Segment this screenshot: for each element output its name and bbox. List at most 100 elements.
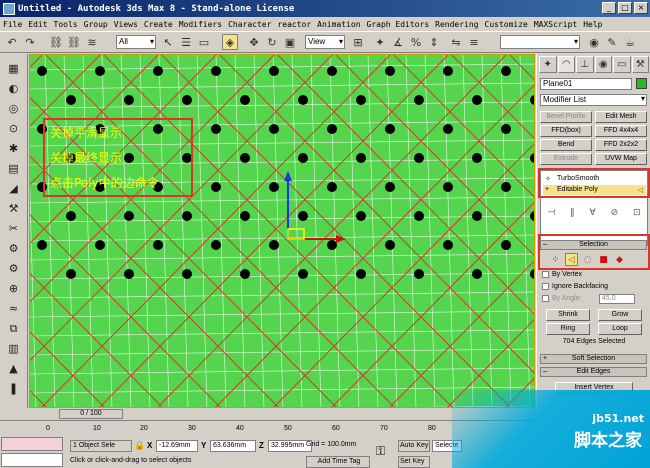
percent-snap-icon[interactable]: % — [408, 34, 424, 50]
menu-group[interactable]: Group — [84, 20, 108, 29]
redo-icon[interactable]: ↷ — [22, 34, 38, 50]
mirror-icon[interactable]: ⇋ — [448, 34, 464, 50]
y-coordinate-field[interactable]: 63.636mm — [210, 440, 256, 452]
utilities-tab-icon[interactable]: ⚒ — [631, 56, 649, 73]
minimize-button[interactable]: _ — [602, 2, 616, 14]
lock-selection-icon[interactable]: 🔒 — [134, 440, 145, 451]
unlink-icon[interactable]: ⛓ — [66, 34, 82, 50]
make-unique-icon[interactable]: ∀ — [590, 208, 596, 222]
tool-3-icon[interactable]: ◎ — [5, 100, 22, 117]
select-by-name-icon[interactable]: ☰ — [178, 34, 194, 50]
app-icon[interactable] — [3, 2, 15, 15]
set-key-button[interactable]: Set Key — [398, 456, 430, 468]
auto-key-button[interactable]: Auto Key — [398, 440, 430, 452]
modifier-button-extrude[interactable]: Extrude — [540, 153, 592, 165]
shrink-button[interactable]: Shrink — [546, 309, 590, 321]
tool-9-icon[interactable]: ✂ — [5, 220, 22, 237]
menu-edit[interactable]: Edit — [28, 20, 47, 29]
tool-4-icon[interactable]: ⊙ — [5, 120, 22, 137]
angle-spinner[interactable]: 45.0 — [599, 294, 635, 304]
configure-sets-icon[interactable]: ⊡ — [633, 208, 641, 222]
align-icon[interactable]: ≡ — [466, 34, 482, 50]
grow-button[interactable]: Grow — [598, 309, 642, 321]
pin-stack-icon[interactable]: ⊣ — [547, 208, 555, 222]
tool-13-icon[interactable]: ≈ — [5, 300, 22, 317]
menu-views[interactable]: Views — [114, 20, 138, 29]
menu-reactor[interactable]: reactor — [277, 20, 311, 29]
by-vertex-checkbox[interactable]: By Vertex — [542, 271, 582, 278]
by-angle-checkbox[interactable]: By Angle: — [542, 295, 582, 302]
show-end-result-icon[interactable]: ‖ — [570, 208, 575, 222]
menu-tools[interactable]: Tools — [54, 20, 78, 29]
tool-5-icon[interactable]: ✱ — [5, 140, 22, 157]
material-editor-icon[interactable]: ◉ — [586, 34, 602, 50]
spinner-snap-icon[interactable]: ⇕ — [426, 34, 442, 50]
ignore-backfacing-checkbox[interactable]: Ignore Backfacing — [542, 283, 608, 290]
modifier-button-ffd-2x2x2[interactable]: FFD 2x2x2 — [595, 139, 647, 151]
modifier-button-edit-mesh[interactable]: Edit Mesh — [595, 111, 647, 123]
select-and-scale-icon[interactable]: ▣ — [282, 34, 298, 50]
frame-indicator[interactable]: 0 / 100 — [59, 409, 123, 419]
create-tab-icon[interactable]: ✦ — [539, 56, 557, 73]
object-color-swatch[interactable] — [636, 78, 647, 89]
edit-edges-rollout-header[interactable]: – Edit Edges — [540, 367, 647, 377]
quick-render-icon[interactable]: ☕ — [622, 34, 638, 50]
remove-modifier-icon[interactable]: ⊘ — [611, 208, 619, 222]
display-tab-icon[interactable]: ▭ — [613, 56, 631, 73]
render-scene-icon[interactable]: ✎ — [604, 34, 620, 50]
window-crossing-icon[interactable]: ◈ — [222, 34, 238, 50]
motion-tab-icon[interactable]: ◉ — [594, 56, 612, 73]
modifier-button-uvw-map[interactable]: UVW Map — [595, 153, 647, 165]
menu-graph-editors[interactable]: Graph Editors — [367, 20, 430, 29]
modifier-list-dropdown[interactable]: Modifier List — [540, 94, 647, 106]
close-button[interactable]: × — [634, 2, 648, 14]
select-and-move-icon[interactable]: ✥ — [246, 34, 262, 50]
menu-customize[interactable]: Customize — [485, 20, 528, 29]
set-key-icon[interactable]: ⚿ — [376, 444, 385, 459]
named-selection-select[interactable] — [500, 35, 580, 49]
tool-10-icon[interactable]: ⚙ — [5, 240, 22, 257]
menu-create[interactable]: Create — [144, 20, 173, 29]
tool-8-icon[interactable]: ⚒ — [5, 200, 22, 217]
maximize-button[interactable]: □ — [618, 2, 632, 14]
reference-coordinate-select[interactable]: View — [305, 35, 345, 49]
modifier-button-ffd-4x4x4[interactable]: FFD 4x4x4 — [595, 125, 647, 137]
select-object-icon[interactable]: ↖ — [160, 34, 176, 50]
tool-2-icon[interactable]: ◐ — [5, 80, 22, 97]
maxscript-listener-pink[interactable] — [1, 437, 63, 451]
modifier-button-bend[interactable]: Bend — [540, 139, 592, 151]
modifier-button-ffd-box[interactable]: FFD(box) — [540, 125, 592, 137]
modifier-button-bevel-profile[interactable]: Bevel Profile — [540, 111, 592, 123]
tool-16-icon[interactable]: ▲ — [5, 360, 22, 377]
tool-6-icon[interactable]: ▤ — [5, 160, 22, 177]
tool-7-icon[interactable]: ◢ — [5, 180, 22, 197]
modify-tab-icon[interactable]: ◠ — [557, 56, 575, 73]
ring-button[interactable]: Ring — [546, 323, 590, 335]
tool-17-icon[interactable]: ❚ — [5, 380, 22, 397]
tool-12-icon[interactable]: ⊕ — [5, 280, 22, 297]
maxscript-listener-white[interactable] — [1, 453, 63, 467]
angle-snap-icon[interactable]: ∡ — [390, 34, 406, 50]
bind-space-warp-icon[interactable]: ≋ — [84, 34, 100, 50]
menu-rendering[interactable]: Rendering — [435, 20, 478, 29]
menu-character[interactable]: Character — [228, 20, 271, 29]
undo-icon[interactable]: ↶ — [4, 34, 20, 50]
menu-help[interactable]: Help — [583, 20, 602, 29]
pivot-center-icon[interactable]: ⊞ — [350, 34, 366, 50]
object-name-field[interactable]: Plane01 — [540, 78, 632, 90]
tool-14-icon[interactable]: ⧉ — [5, 320, 22, 337]
region-select-icon[interactable]: ▭ — [196, 34, 212, 50]
tool-15-icon[interactable]: ▥ — [5, 340, 22, 357]
select-and-rotate-icon[interactable]: ↻ — [264, 34, 280, 50]
menu-maxscript[interactable]: MAXScript — [534, 20, 577, 29]
menu-animation[interactable]: Animation — [317, 20, 360, 29]
soft-selection-rollout-header[interactable]: + Soft Selection — [540, 354, 647, 364]
perspective-viewport[interactable]: 关掉平滑显示 关掉最终显示 点击Poly中的边命令 — [29, 54, 535, 408]
x-coordinate-field[interactable]: -12.69mm — [156, 440, 198, 452]
tool-11-icon[interactable]: ⚙ — [5, 260, 22, 277]
hierarchy-tab-icon[interactable]: ⊥ — [576, 56, 594, 73]
snap-toggle-icon[interactable]: ✦ — [372, 34, 388, 50]
selection-filter-select[interactable]: All — [116, 35, 156, 49]
loop-button[interactable]: Loop — [598, 323, 642, 335]
select-and-link-icon[interactable]: ⛓ — [48, 34, 64, 50]
